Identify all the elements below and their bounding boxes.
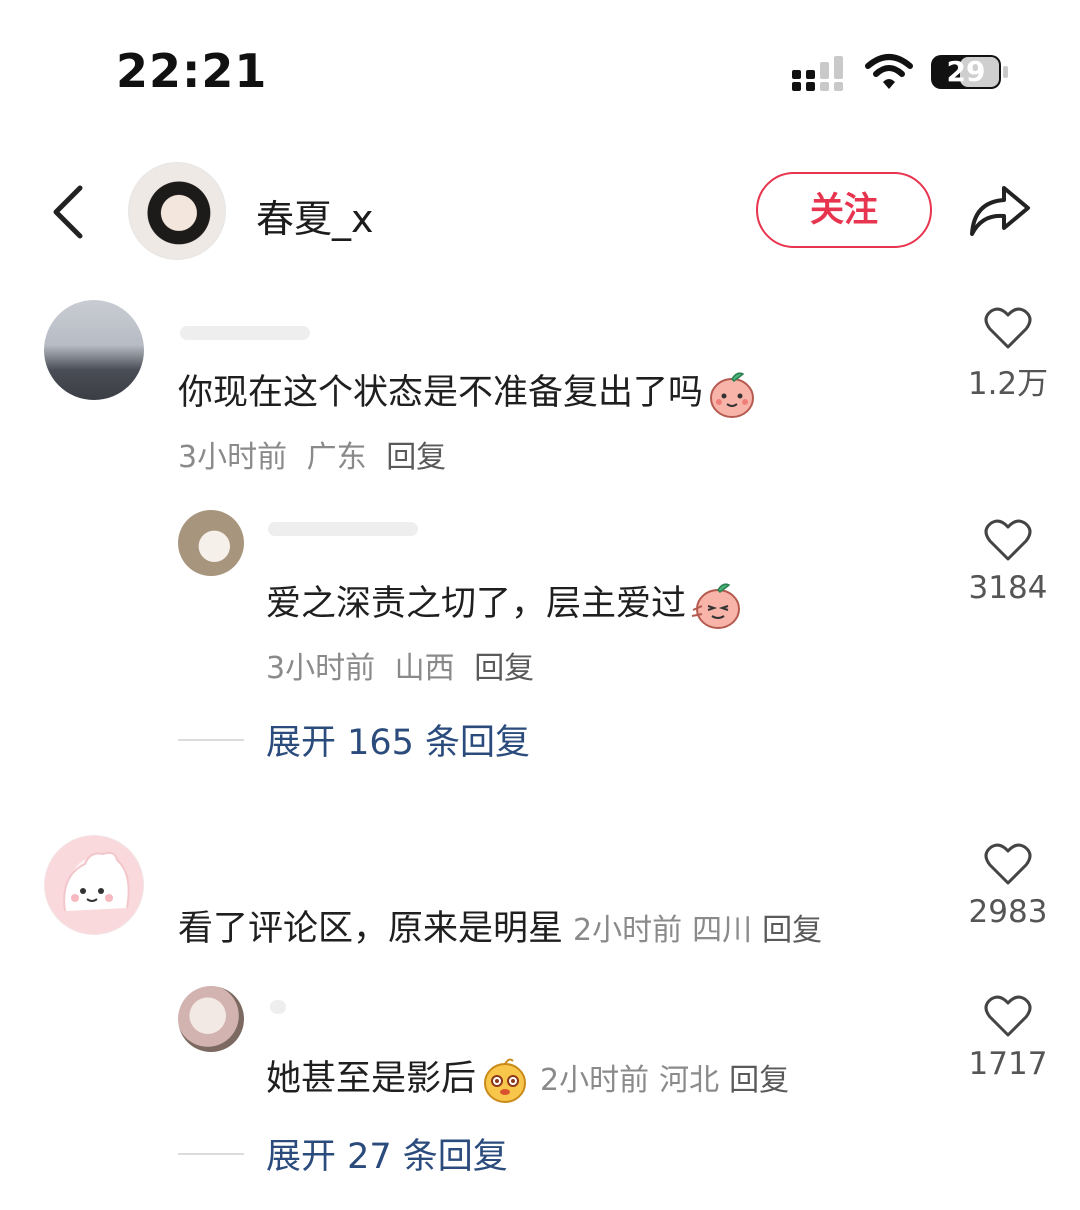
comment-body: 你现在这个状态是不准备复出了吗: [178, 373, 704, 413]
commenter-avatar[interactable]: [44, 300, 144, 400]
avatar-character-icon: [63, 851, 130, 912]
reply-body: 她甚至是影后: [266, 1059, 477, 1099]
like-button[interactable]: 3184: [958, 518, 1058, 606]
reply-text[interactable]: 爱之深责之切了，层主爱过: [266, 575, 742, 630]
heart-icon: [984, 995, 1032, 1037]
reply-location: 山西: [394, 651, 455, 686]
reply-location: 河北: [659, 1063, 720, 1098]
heart-icon: [984, 519, 1032, 561]
share-icon[interactable]: [968, 180, 1032, 240]
expand-divider: [178, 738, 244, 741]
reply-username-blurred: [270, 1000, 286, 1014]
follow-button[interactable]: 关注: [756, 172, 932, 248]
reply-button[interactable]: 回复: [729, 1063, 789, 1098]
expand-replies-button[interactable]: 展开 27 条回复: [178, 1128, 508, 1179]
status-bar: 22:21 29: [0, 0, 1080, 130]
like-count: 3184: [968, 570, 1048, 606]
heart-icon: [984, 307, 1032, 349]
comment-time: 3小时前: [178, 440, 288, 475]
profile-username[interactable]: 春夏_x: [256, 188, 374, 243]
comment-text[interactable]: 你现在这个状态是不准备复出了吗: [178, 364, 757, 419]
commenter-avatar[interactable]: [44, 835, 144, 935]
reply-text[interactable]: 她甚至是影后 2小时前 河北 回复: [266, 1050, 799, 1105]
reply-meta: 2小时前 河北 回复: [540, 1063, 799, 1098]
reply-time: 2小时前: [540, 1063, 650, 1098]
comment-time: 2小时前: [573, 913, 683, 948]
reply-body: 爱之深责之切了，层主爱过: [266, 584, 687, 624]
profile-avatar[interactable]: [128, 162, 226, 260]
like-count: 1.2万: [967, 366, 1049, 402]
reply-button[interactable]: 回复: [474, 651, 534, 686]
comment-location: 四川: [692, 913, 753, 948]
reply-avatar[interactable]: [178, 510, 244, 576]
wifi-icon: [865, 54, 913, 89]
profile-header: 春夏_x 关注: [0, 150, 1080, 270]
expand-replies-label: 展开 27 条回复: [266, 1137, 508, 1177]
commenter-username-blurred: [180, 326, 310, 340]
battery-level: 29: [946, 55, 986, 88]
reply-button[interactable]: 回复: [762, 913, 822, 948]
battery-icon: 29: [930, 54, 1010, 90]
gold-face-icon: [484, 1058, 527, 1103]
expand-replies-button[interactable]: 展开 165 条回复: [178, 714, 530, 765]
reply-username-blurred: [268, 522, 418, 536]
like-button[interactable]: 1717: [958, 994, 1058, 1082]
reply-button[interactable]: 回复: [386, 440, 446, 475]
reply-time: 3小时前: [266, 651, 376, 686]
expand-replies-label: 展开 165 条回复: [266, 723, 531, 763]
reply-avatar[interactable]: [178, 986, 244, 1052]
peach-wave-icon: [691, 583, 741, 629]
comment-location: 广东: [306, 440, 367, 475]
cellular-signal-icon: [792, 56, 843, 91]
reply-meta: 3小时前 山西 回复: [266, 643, 544, 687]
like-button[interactable]: 1.2万: [958, 306, 1058, 403]
comment-body: 看了评论区，原来是明星: [178, 909, 564, 949]
back-arrow-icon[interactable]: [48, 184, 88, 240]
comment-text[interactable]: 看了评论区，原来是明星 2小时前 四川 回复: [178, 900, 832, 951]
expand-divider: [178, 1152, 244, 1155]
like-count: 2983: [968, 894, 1048, 930]
comment-meta: 2小时前 四川 回复: [573, 913, 832, 948]
peach-smile-icon: [710, 372, 755, 418]
heart-icon: [984, 843, 1032, 885]
like-count: 1717: [968, 1046, 1048, 1082]
comment-meta: 3小时前 广东 回复: [178, 432, 456, 476]
status-time: 22:21: [116, 44, 268, 98]
like-button[interactable]: 2983: [958, 842, 1058, 930]
